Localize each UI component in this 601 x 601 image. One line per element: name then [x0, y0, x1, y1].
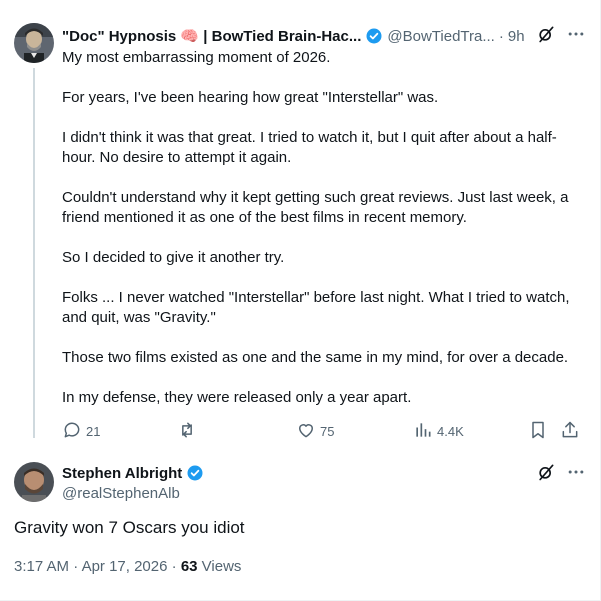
paragraph: I didn't think it was that great. I trie…	[62, 129, 557, 166]
action-bar: 21 75 4.4K	[62, 420, 584, 442]
display-name[interactable]: Stephen Albright	[62, 465, 182, 482]
reply-icon	[62, 420, 82, 443]
views-count: 4.4K	[437, 424, 464, 439]
repost-button[interactable]	[177, 420, 201, 443]
more-icon[interactable]	[566, 462, 586, 482]
grok-icon[interactable]	[536, 462, 556, 482]
tweet-text: My most embarrassing moment of 2026. For…	[62, 48, 582, 428]
views-label: Views	[201, 558, 242, 575]
timestamp[interactable]: 3:17 AM	[14, 558, 69, 575]
like-count: 75	[320, 424, 335, 439]
bookmark-icon	[528, 420, 548, 443]
handle[interactable]: @realStephenAlb	[62, 485, 180, 502]
thread-line	[33, 68, 35, 438]
avatar[interactable]	[14, 462, 54, 502]
more-icon[interactable]	[566, 24, 586, 44]
paragraph: Folks ... I never watched "Interstellar"…	[62, 289, 570, 326]
paragraph: For years, I've been hearing how great "…	[62, 89, 439, 106]
paragraph: My most embarrassing moment of 2026.	[62, 49, 331, 66]
verified-badge-icon[interactable]	[186, 464, 204, 482]
views-icon	[413, 420, 433, 443]
like-icon	[296, 420, 316, 443]
separator-dot: ·	[73, 558, 79, 575]
verified-badge-icon[interactable]	[365, 27, 383, 45]
paragraph: Those two films existed as one and the s…	[62, 349, 569, 366]
paragraph: In my defense, they were released only a…	[62, 389, 412, 406]
like-button[interactable]: 75	[296, 420, 334, 443]
avatar[interactable]	[14, 23, 54, 63]
reply-button[interactable]: 21	[62, 420, 100, 443]
paragraph: So I decided to give it another try.	[62, 249, 285, 266]
separator-dot: ·	[498, 27, 504, 45]
reply-tweet[interactable]: Stephen Albright @realStephenAlb Gravity…	[0, 452, 600, 600]
separator-dot: ·	[171, 558, 177, 575]
display-name[interactable]: "Doc" Hypnosis 🧠 | BowTied Brain-Hac...	[62, 27, 361, 45]
views-count: 63	[180, 558, 198, 575]
handle[interactable]: @BowTiedTra...	[387, 28, 494, 45]
date[interactable]: Apr 17, 2026	[82, 558, 168, 575]
tweet-header: "Doc" Hypnosis 🧠 | BowTied Brain-Hac... …	[62, 25, 590, 47]
reply-count: 21	[86, 424, 101, 439]
repost-icon	[177, 420, 197, 443]
reply-text: Gravity won 7 Oscars you idiot	[14, 518, 245, 537]
timestamp[interactable]: 9h	[508, 28, 525, 45]
share-button[interactable]	[560, 420, 580, 443]
views-button[interactable]: 4.4K	[413, 420, 464, 443]
grok-icon[interactable]	[536, 24, 556, 44]
tweet-meta: 3:17 AM · Apr 17, 2026 · 63 Views	[14, 558, 241, 575]
parent-tweet[interactable]: "Doc" Hypnosis 🧠 | BowTied Brain-Hac... …	[0, 0, 600, 450]
bookmark-button[interactable]	[528, 420, 548, 443]
share-icon	[560, 420, 580, 443]
paragraph: Couldn't understand why it kept getting …	[62, 189, 569, 226]
